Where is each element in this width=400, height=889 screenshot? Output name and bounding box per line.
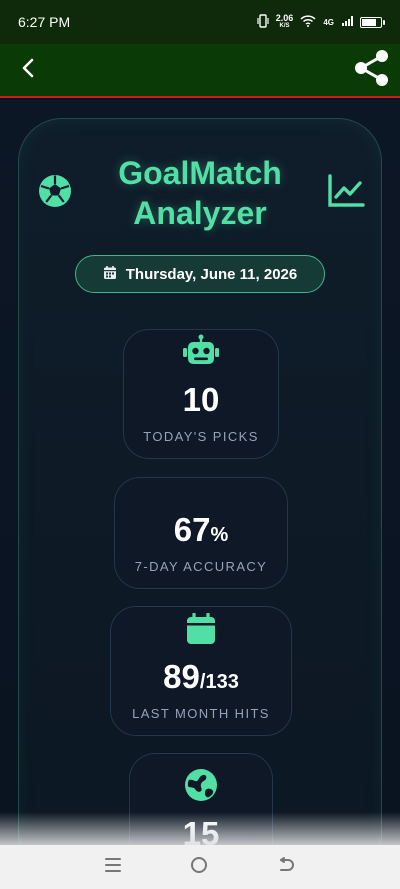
back-arrow-icon [276,856,296,877]
page-title: GoalMatch Analyzer [118,155,282,231]
stat-label: TODAY'S PICKS [143,429,259,444]
share-button[interactable] [352,48,392,93]
date-badge: Thursday, June 11, 2026 [75,255,325,293]
home-button[interactable] [190,856,208,879]
header: GoalMatch Analyzer [19,153,383,233]
recents-button[interactable] [104,857,122,878]
stat-last-month-hits: 89/133 LAST MONTH HITS [110,606,292,736]
back-button[interactable] [8,50,48,90]
stat-value: 67% [173,511,229,548]
stat-label: 7-DAY ACCURACY [134,559,268,574]
stat-value: 89/133 [163,658,239,695]
vibrate-icon [257,14,269,30]
stat-label: LAST MONTH HITS [132,706,270,721]
signal-icon [341,15,353,29]
wifi-icon [300,15,316,29]
network-type: 4G [323,17,334,27]
calendar-icon [103,265,117,284]
share-icon [352,48,392,93]
dashboard-card: GoalMatch Analyzer Thursday, June 11, 20… [18,118,382,845]
net-speed: 2.06 K/S [275,13,294,30]
status-icons: 2.06 K/S 4G [257,13,385,30]
chevron-left-icon [20,57,36,84]
battery-icon [360,16,385,28]
calendar-check-icon [186,612,216,650]
robot-icon [181,334,221,373]
app-bar [0,44,400,98]
stat-todays-picks: 10 TODAY'S PICKS [123,329,279,459]
stat-7day-accuracy: 67% 7-DAY ACCURACY [114,477,288,589]
system-nav-bar [0,845,400,889]
stat-value: 10 [182,381,220,418]
status-bar: 6:27 PM 2.06 K/S 4G [0,0,400,44]
circle-home-icon [190,856,208,878]
chart-line-icon [327,173,365,213]
soccer-ball-icon [37,173,73,214]
date-label: Thursday, June 11, 2026 [125,265,298,283]
main-content[interactable]: GoalMatch Analyzer Thursday, June 11, 20… [0,100,400,845]
nav-back-button[interactable] [276,856,296,878]
globe-icon [184,768,218,807]
status-time: 6:27 PM [18,14,71,30]
bottom-fade [0,812,400,846]
menu-icon [104,857,122,877]
